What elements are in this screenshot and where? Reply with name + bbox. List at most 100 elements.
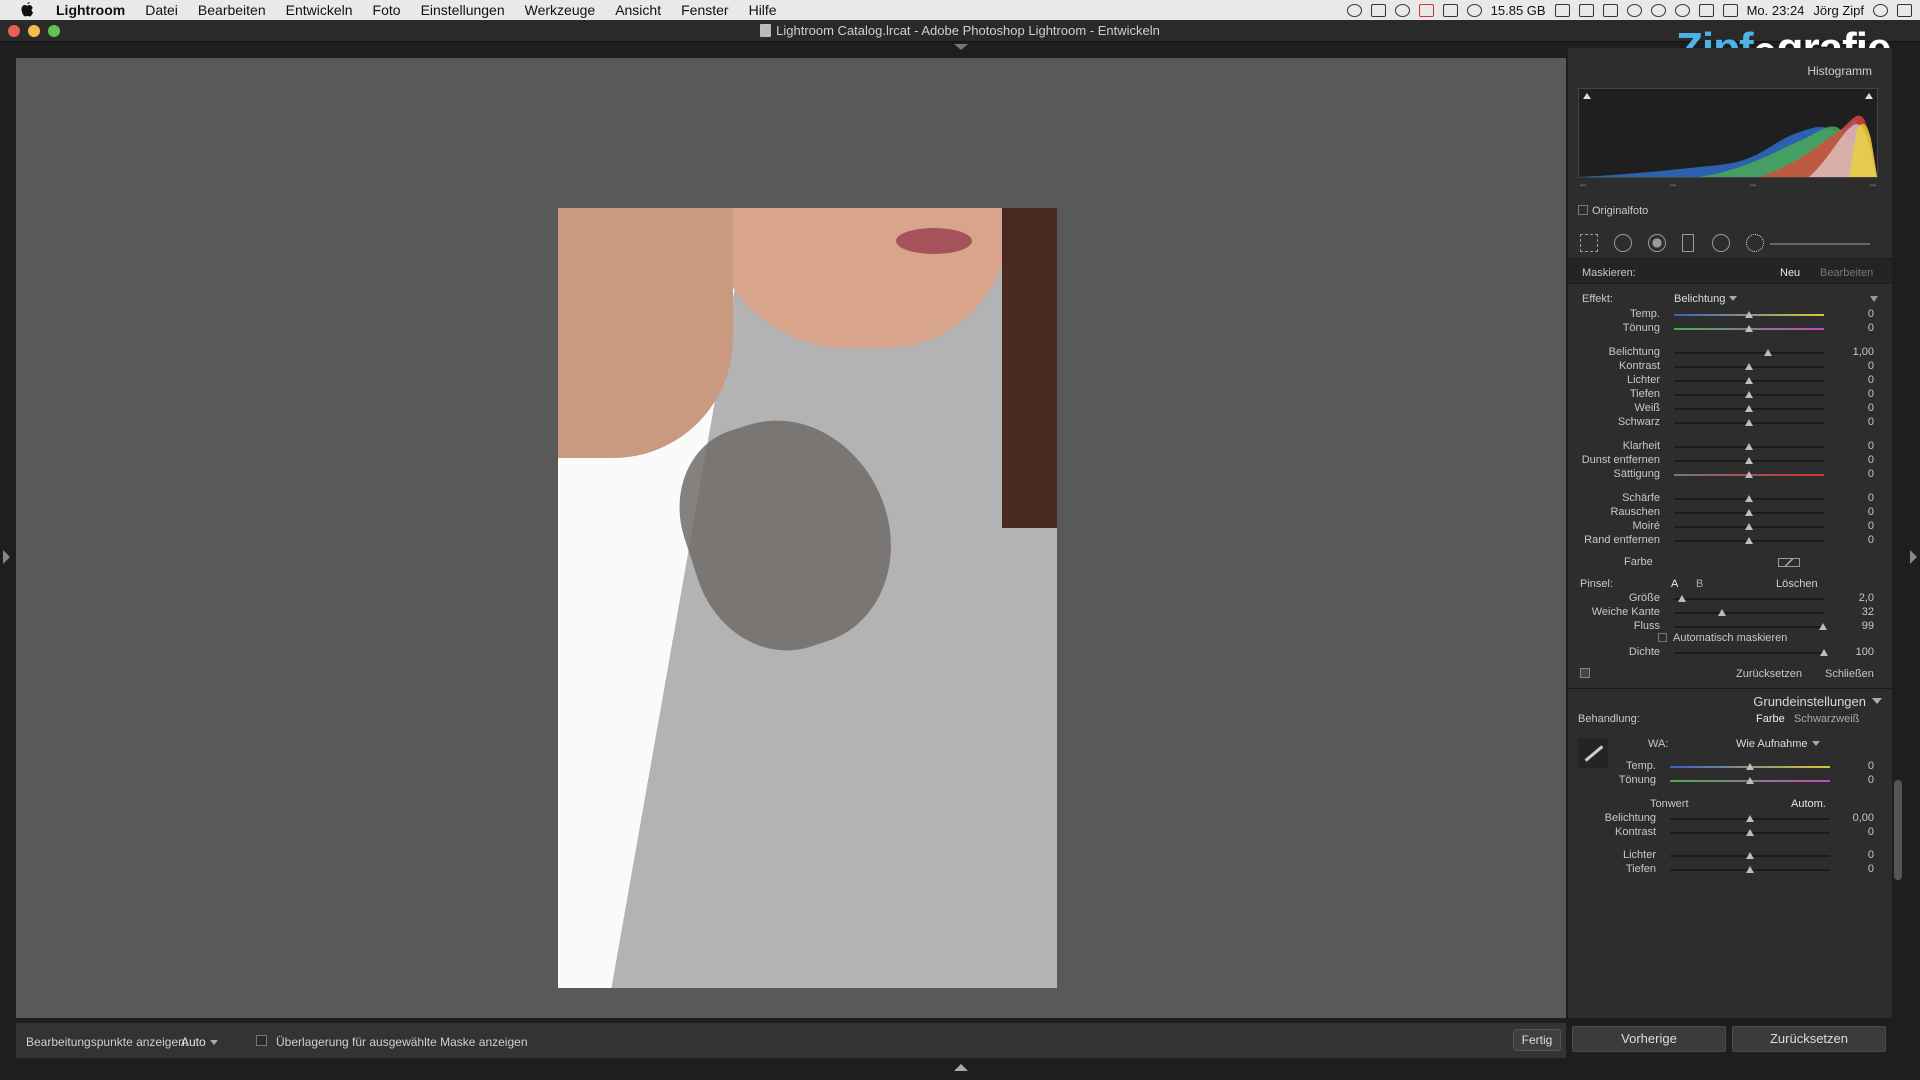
slider-thumb[interactable] <box>1745 311 1753 318</box>
slider-thumb[interactable] <box>1677 595 1686 602</box>
slider-thumb[interactable] <box>1746 852 1754 859</box>
slider-value[interactable]: 0 <box>1808 322 1874 334</box>
reset-button[interactable]: Zurücksetzen <box>1732 1026 1886 1052</box>
slider-value[interactable]: 0,00 <box>1808 812 1874 824</box>
slider-value[interactable]: 0 <box>1808 440 1874 452</box>
radial-filter-icon[interactable] <box>1712 234 1730 252</box>
close-window-button[interactable] <box>8 25 20 37</box>
slider-value[interactable]: 0 <box>1808 492 1874 504</box>
slider-thumb[interactable] <box>1718 609 1726 616</box>
slider-value[interactable]: 0 <box>1808 454 1874 466</box>
mask-overlay-checkbox[interactable] <box>256 1035 267 1046</box>
display-icon[interactable] <box>1554 3 1570 17</box>
record-icon[interactable] <box>1346 3 1362 17</box>
slider-value[interactable]: 0 <box>1808 308 1874 320</box>
slider-thumb[interactable] <box>1745 523 1753 530</box>
brush-a-button[interactable]: A <box>1671 578 1678 590</box>
panel-scrollbar[interactable] <box>1894 780 1902 880</box>
slider-value[interactable]: 1,00 <box>1808 346 1874 358</box>
slider-thumb[interactable] <box>1745 419 1753 426</box>
minimize-window-button[interactable] <box>28 25 40 37</box>
slider-thumb[interactable] <box>1745 391 1753 398</box>
top-panel-toggle-icon[interactable] <box>954 44 968 50</box>
slider-track[interactable] <box>1674 652 1824 654</box>
airplay-icon[interactable] <box>1602 3 1618 17</box>
effect-select[interactable]: Belichtung <box>1674 293 1738 305</box>
slider-thumb[interactable] <box>1745 537 1753 544</box>
window-icon[interactable] <box>1578 3 1594 17</box>
histogram-title[interactable]: Histogramm <box>1807 64 1872 78</box>
menu-lightroom[interactable]: Lightroom <box>46 2 135 18</box>
battery-icon[interactable] <box>1698 3 1714 17</box>
slider-value[interactable]: 0 <box>1808 534 1874 546</box>
mask-toggle-icon[interactable] <box>1580 668 1590 678</box>
slider-thumb[interactable] <box>1745 471 1753 478</box>
slider-thumb[interactable] <box>1746 763 1754 770</box>
original-photo-toggle[interactable]: Originalfoto <box>1578 205 1648 217</box>
slider-thumb[interactable] <box>1763 349 1772 356</box>
alert-icon[interactable] <box>1418 3 1434 17</box>
slider-thumb[interactable] <box>1746 829 1754 836</box>
slider-value[interactable]: 0 <box>1808 360 1874 372</box>
photo-canvas[interactable] <box>16 58 1566 1018</box>
slider-thumb[interactable] <box>1745 457 1753 464</box>
zoom-window-button[interactable] <box>48 25 60 37</box>
crop-tool-icon[interactable] <box>1580 234 1598 252</box>
tools-icon[interactable] <box>1370 3 1386 17</box>
collapse-icon[interactable] <box>1872 698 1882 704</box>
mask-close-button[interactable]: Schließen <box>1825 668 1874 680</box>
adjustment-brush-icon[interactable] <box>1746 234 1764 252</box>
photo-image[interactable] <box>558 208 1057 988</box>
slider-value[interactable]: 0 <box>1808 388 1874 400</box>
slider-value[interactable]: 100 <box>1808 646 1874 658</box>
slider-value[interactable]: 0 <box>1808 374 1874 386</box>
treatment-bw-button[interactable]: Schwarzweiß <box>1794 713 1859 725</box>
slider-thumb[interactable] <box>1745 495 1753 502</box>
menu-werkzeuge[interactable]: Werkzeuge <box>515 2 606 18</box>
slider-value[interactable]: 0 <box>1808 416 1874 428</box>
slider-thumb[interactable] <box>1746 777 1754 784</box>
red-eye-tool-icon[interactable] <box>1648 234 1666 252</box>
left-panel-toggle-icon[interactable] <box>3 550 10 564</box>
spotlight-search-icon[interactable] <box>1873 3 1888 17</box>
notification-center-icon[interactable] <box>1897 3 1912 17</box>
slider-track[interactable] <box>1674 626 1824 628</box>
right-panel-toggle-icon[interactable] <box>1910 550 1917 564</box>
slider-thumb[interactable] <box>1745 363 1753 370</box>
show-edit-points-select[interactable]: Auto <box>181 1035 218 1049</box>
basic-section-title[interactable]: Grundeinstellungen <box>1753 694 1866 709</box>
mask-reset-button[interactable]: Zurücksetzen <box>1736 668 1802 680</box>
slider-thumb[interactable] <box>1746 815 1754 822</box>
menu-entwickeln[interactable]: Entwickeln <box>276 2 363 18</box>
slider-thumb[interactable] <box>1745 377 1753 384</box>
slider-thumb[interactable] <box>1745 405 1753 412</box>
slider-value[interactable]: 0 <box>1808 760 1874 772</box>
dropbox-icon[interactable] <box>1442 3 1458 17</box>
previous-button[interactable]: Vorherige <box>1572 1026 1726 1052</box>
clock[interactable]: Mo. 23:24 <box>1747 3 1805 18</box>
color-swatch[interactable] <box>1778 558 1800 567</box>
wifi-signal-icon[interactable] <box>1674 3 1690 17</box>
brush-b-button[interactable]: B <box>1696 578 1703 590</box>
tone-auto-button[interactable]: Autom. <box>1791 798 1826 810</box>
slider-value[interactable]: 0 <box>1808 520 1874 532</box>
slider-track[interactable] <box>1674 598 1824 600</box>
menu-einstellungen[interactable]: Einstellungen <box>411 2 515 18</box>
wifi-icon[interactable] <box>1394 3 1410 17</box>
mask-new-button[interactable]: Neu <box>1780 267 1800 279</box>
volume-icon[interactable] <box>1722 3 1738 17</box>
slider-value[interactable]: 99 <box>1808 620 1874 632</box>
menu-ansicht[interactable]: Ansicht <box>605 2 671 18</box>
slider-thumb[interactable] <box>1745 509 1753 516</box>
slider-thumb[interactable] <box>1745 443 1753 450</box>
effect-collapse-icon[interactable] <box>1870 296 1878 302</box>
treatment-color-button[interactable]: Farbe <box>1756 713 1785 725</box>
slider-track[interactable] <box>1674 352 1824 354</box>
menu-fenster[interactable]: Fenster <box>671 2 738 18</box>
done-button[interactable]: Fertig <box>1513 1029 1561 1051</box>
slider-value[interactable]: 0 <box>1808 506 1874 518</box>
menu-foto[interactable]: Foto <box>363 2 411 18</box>
slider-value[interactable]: 2,0 <box>1808 592 1874 604</box>
slider-value[interactable]: 0 <box>1808 826 1874 838</box>
graduated-filter-icon[interactable] <box>1682 234 1694 252</box>
